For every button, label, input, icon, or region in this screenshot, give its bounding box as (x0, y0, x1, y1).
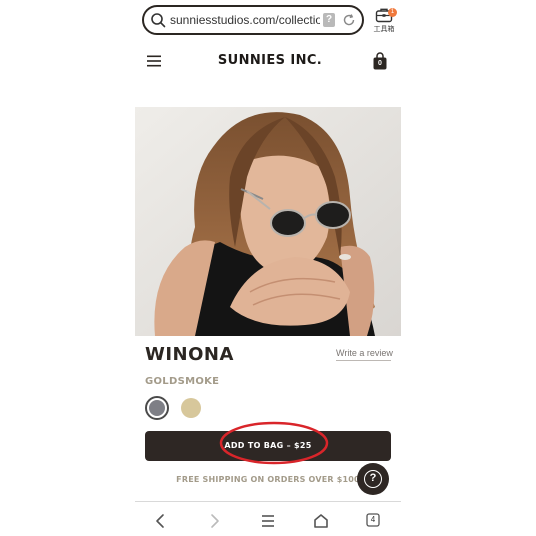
shipping-note: FREE SHIPPING ON ORDERS OVER $100 (176, 475, 360, 484)
toolbox-badge: 1 (388, 8, 397, 17)
menu-icon[interactable] (147, 55, 161, 67)
browser-menu-icon[interactable] (259, 512, 277, 530)
tabs-count: 4 (370, 515, 376, 524)
home-icon[interactable] (312, 512, 330, 530)
annotation-circle (219, 421, 329, 465)
tabs-button[interactable]: 4 (366, 512, 384, 530)
bottom-divider (135, 501, 401, 502)
swatch-gold[interactable] (181, 398, 201, 418)
toolbox-button[interactable]: 1 工具箱 (369, 5, 399, 37)
toolbox-label: 工具箱 (373, 25, 395, 33)
back-icon[interactable] (152, 512, 170, 530)
product-title: WINONA (145, 344, 234, 365)
write-review-link[interactable]: Write a review (336, 348, 393, 361)
help-icon: ? (364, 470, 382, 488)
forward-icon[interactable] (205, 512, 223, 530)
variant-name: GOLDSMOKE (145, 376, 220, 387)
swatch-gray-fill (149, 400, 165, 416)
screen: sunniesstudios.com/collections/... ? 1 工… (0, 0, 536, 536)
reload-icon[interactable] (342, 13, 356, 27)
brand-logo[interactable]: SUNNIES INC. (200, 53, 340, 68)
address-bar[interactable]: sunniesstudios.com/collections/... ? (142, 5, 364, 35)
search-icon (151, 13, 166, 28)
bag-count: 0 (378, 60, 382, 67)
model-wearing-sunglasses-image (135, 107, 401, 336)
extension-icon[interactable]: ? (323, 13, 335, 27)
product-photo[interactable] (135, 107, 401, 336)
help-button[interactable]: ? (357, 463, 389, 495)
swatch-gray[interactable] (145, 396, 169, 420)
url-text[interactable]: sunniesstudios.com/collections/... (166, 13, 320, 27)
bag-button[interactable]: 0 (373, 52, 387, 70)
